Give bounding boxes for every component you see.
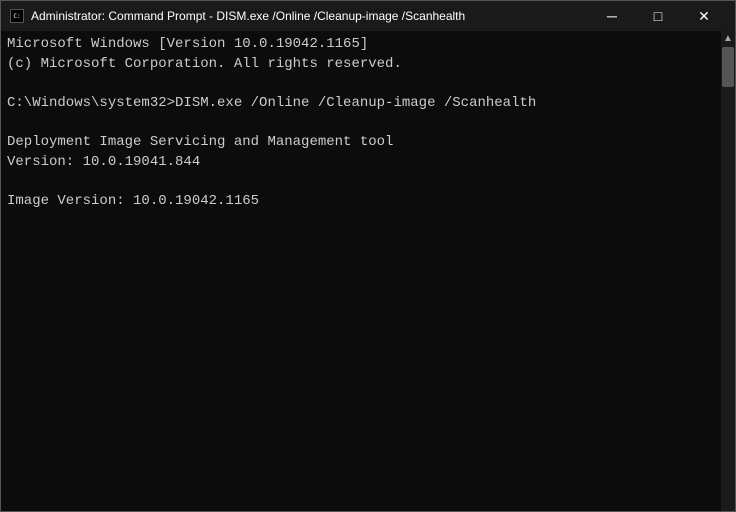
content-area: Microsoft Windows [Version 10.0.19042.11… [1,31,735,511]
close-button[interactable]: ✕ [681,1,727,31]
terminal-line-6: Deployment Image Servicing and Managemen… [7,134,393,150]
terminal-line-9: Image Version: 10.0.19042.1165 [7,193,259,209]
terminal-line-2: (c) Microsoft Corporation. All rights re… [7,56,402,72]
title-bar-left: Administrator: Command Prompt - DISM.exe… [9,8,465,24]
terminal-line-1: Microsoft Windows [Version 10.0.19042.11… [7,36,368,52]
window-controls: ─ □ ✕ [589,1,727,31]
terminal-output[interactable]: Microsoft Windows [Version 10.0.19042.11… [1,31,721,511]
cmd-window: Administrator: Command Prompt - DISM.exe… [0,0,736,512]
scrollbar-thumb[interactable] [722,47,734,87]
terminal-line-4: C:\Windows\system32>DISM.exe /Online /Cl… [7,95,536,111]
title-bar: Administrator: Command Prompt - DISM.exe… [1,1,735,31]
window-title: Administrator: Command Prompt - DISM.exe… [31,9,465,23]
minimize-button[interactable]: ─ [589,1,635,31]
scrollbar[interactable]: ▲ [721,31,735,511]
terminal-line-7: Version: 10.0.19041.844 [7,154,200,170]
maximize-button[interactable]: □ [635,1,681,31]
scroll-up-arrow[interactable]: ▲ [721,31,735,45]
cmd-icon [9,8,25,24]
